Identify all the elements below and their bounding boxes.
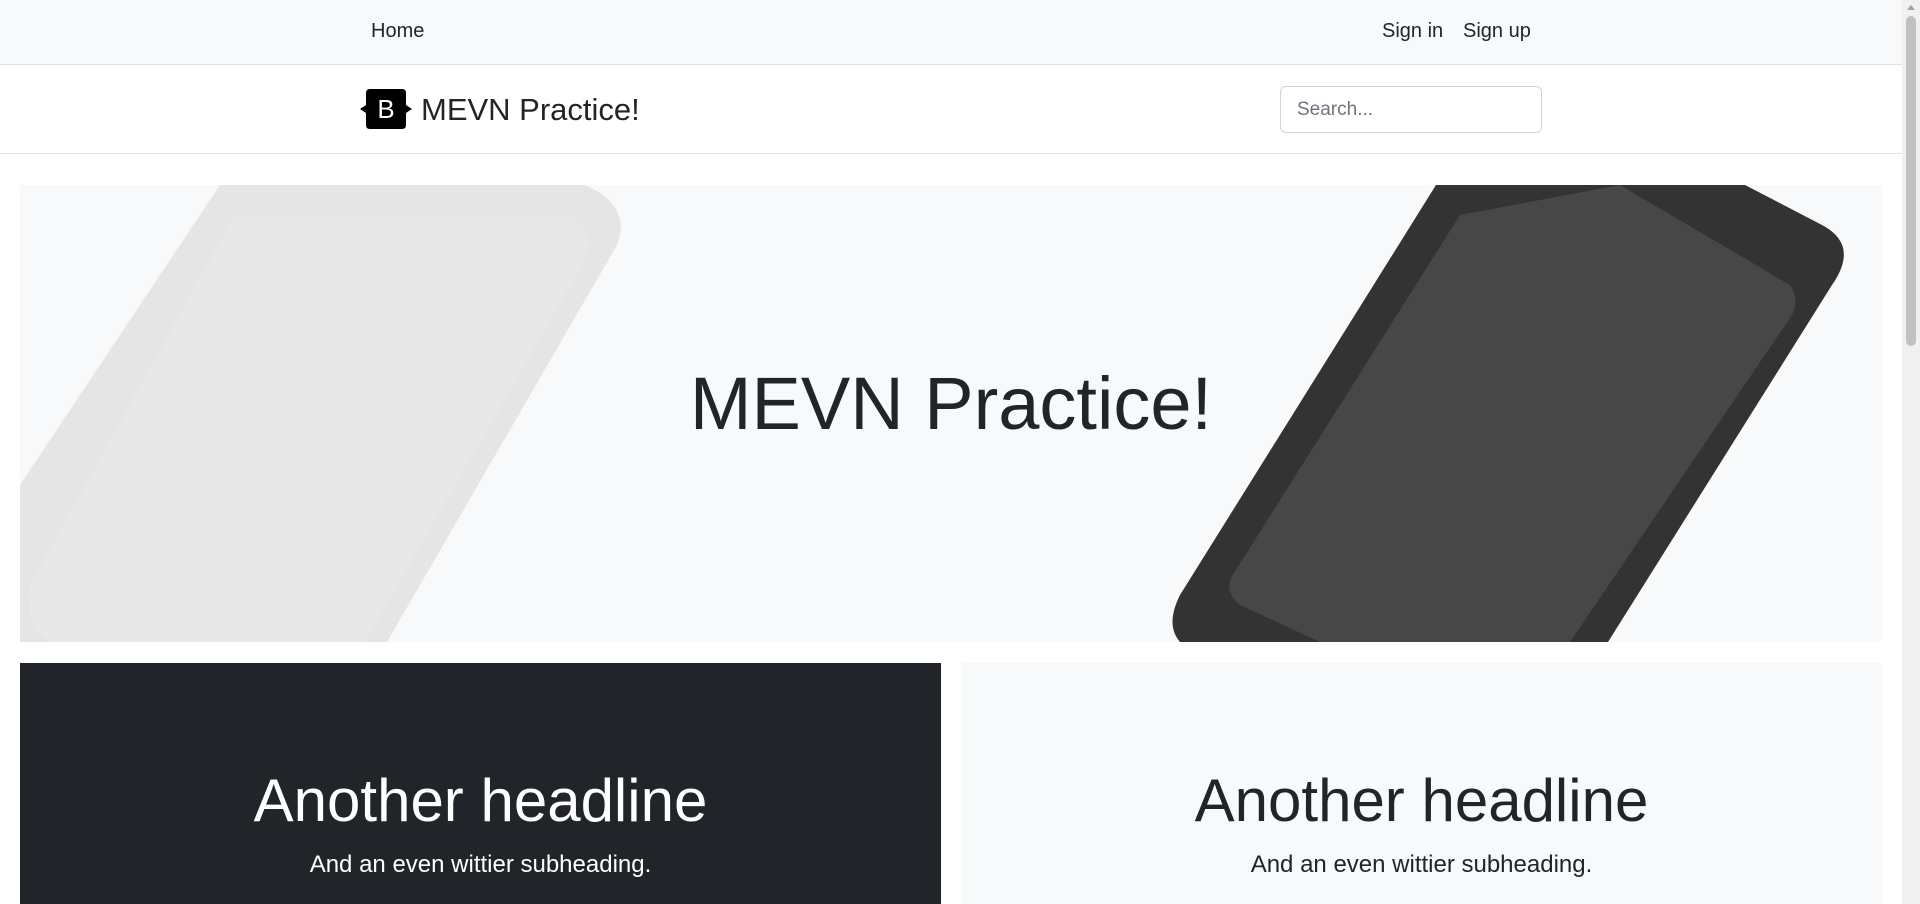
nav-sign-up-link[interactable]: Sign up bbox=[1463, 20, 1531, 43]
search-input[interactable] bbox=[1280, 86, 1542, 133]
bootstrap-logo-icon[interactable]: B bbox=[360, 89, 412, 129]
top-nav-bar: Home Sign in Sign up bbox=[0, 0, 1902, 65]
feature-panel-light: Another headline And an even wittier sub… bbox=[961, 663, 1882, 904]
feature-panel-dark: Another headline And an even wittier sub… bbox=[20, 663, 941, 904]
scrollbar-thumb[interactable] bbox=[1906, 16, 1916, 346]
logo-letter: B bbox=[377, 94, 394, 124]
panel-headline: Another headline bbox=[253, 767, 708, 834]
nav-sign-in-link[interactable]: Sign in bbox=[1382, 20, 1443, 43]
panel-headline: Another headline bbox=[1194, 767, 1649, 834]
hero-banner: MEVN Practice! bbox=[20, 185, 1882, 642]
scroll-up-arrow-icon[interactable] bbox=[1907, 5, 1915, 10]
panel-subheading: And an even wittier subheading. bbox=[309, 851, 652, 878]
panel-subheading: And an even wittier subheading. bbox=[1250, 851, 1593, 878]
hero-title: MEVN Practice! bbox=[689, 362, 1213, 445]
site-header: B MEVN Practice! bbox=[0, 65, 1902, 154]
nav-home-link[interactable]: Home bbox=[371, 20, 424, 43]
page-scrollbar[interactable] bbox=[1902, 0, 1920, 904]
brand-title[interactable]: MEVN Practice! bbox=[421, 92, 640, 128]
